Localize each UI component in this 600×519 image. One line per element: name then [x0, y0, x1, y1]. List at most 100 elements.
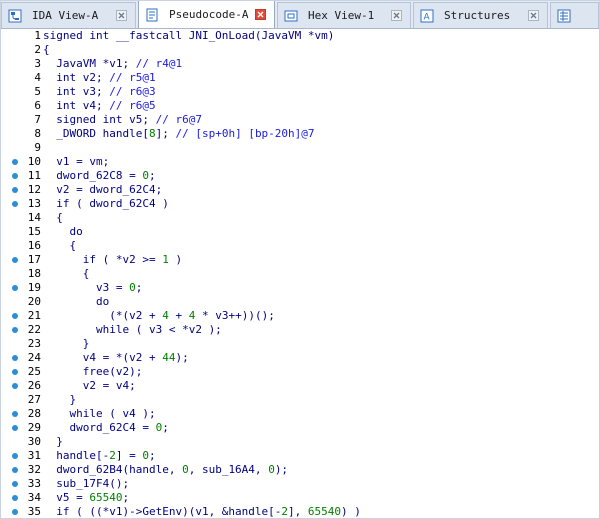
breakpoint-dot-icon[interactable]	[12, 159, 18, 165]
code-line[interactable]: 27 }	[1, 393, 599, 407]
line-number: 4	[34, 71, 41, 84]
tab-hex-view-1[interactable]: Hex View-1	[277, 2, 411, 28]
code-line[interactable]: 5 int v3; // r6@3	[1, 85, 599, 99]
code-line[interactable]: 15 do	[1, 225, 599, 239]
breakpoint-dot-icon[interactable]	[12, 257, 18, 263]
close-icon[interactable]	[116, 10, 127, 21]
pseudocode-view[interactable]: 1 signed int __fastcall JNI_OnLoad(JavaVM…	[1, 29, 599, 518]
code-line[interactable]: 3 JavaVM *v1; // r4@1	[1, 57, 599, 71]
code-text: {	[43, 267, 90, 280]
code-line[interactable]: 29 dword_62C4 = 0;	[1, 421, 599, 435]
code-line[interactable]: 20 do	[1, 295, 599, 309]
breakpoint-dot-icon[interactable]	[12, 481, 18, 487]
code-text: dword_62C8 = 0;	[43, 169, 156, 182]
code-line[interactable]: 1 signed int __fastcall JNI_OnLoad(JavaVM…	[1, 29, 599, 43]
code-line[interactable]: 24 v4 = *(v2 + 44);	[1, 351, 599, 365]
tab-label: IDA View-A	[32, 9, 99, 22]
code-text: signed int v5; // r6@7	[43, 113, 202, 126]
breakpoint-dot-icon[interactable]	[12, 187, 18, 193]
structures-icon: A	[420, 9, 434, 23]
line-number: 28	[27, 407, 41, 420]
code-line[interactable]: 6 int v4; // r6@5	[1, 99, 599, 113]
breakpoint-dot-icon[interactable]	[12, 173, 18, 179]
code-text: JavaVM *v1; // r4@1	[43, 57, 183, 70]
code-line[interactable]: 18 {	[1, 267, 599, 281]
line-number: 33	[27, 477, 41, 490]
breakpoint-dot-icon[interactable]	[12, 453, 18, 459]
code-line[interactable]: 14 {	[1, 211, 599, 225]
tab-structures[interactable]: A Structures	[413, 2, 548, 28]
code-line[interactable]: 26 v2 = v4;	[1, 379, 599, 393]
code-text: }	[43, 393, 77, 406]
code-line[interactable]: 19 v3 = 0;	[1, 281, 599, 295]
line-number: 35	[27, 505, 41, 518]
svg-text:A: A	[424, 12, 431, 22]
close-icon[interactable]	[528, 10, 539, 21]
close-icon[interactable]	[391, 10, 402, 21]
tab-ida-view-a[interactable]: IDA View-A	[1, 2, 136, 28]
code-line[interactable]: 35 if ( ((*v1)->GetEnv)(v1, &handle[-2],…	[1, 505, 599, 518]
code-line[interactable]: 13 if ( dword_62C4 )	[1, 197, 599, 211]
breakpoint-dot-icon[interactable]	[12, 467, 18, 473]
tab-enums[interactable]	[550, 2, 599, 28]
breakpoint-dot-icon[interactable]	[12, 509, 18, 515]
line-number: 8	[34, 127, 41, 140]
breakpoint-dot-icon[interactable]	[12, 411, 18, 417]
ida-view-icon	[8, 9, 22, 23]
code-text: dword_62C4 = 0;	[43, 421, 169, 434]
line-number: 32	[27, 463, 41, 476]
code-lines: 1 signed int __fastcall JNI_OnLoad(JavaVM…	[1, 29, 599, 518]
breakpoint-dot-icon[interactable]	[12, 495, 18, 501]
hex-view-icon	[284, 9, 298, 23]
breakpoint-dot-icon[interactable]	[12, 285, 18, 291]
code-line[interactable]: 23 }	[1, 337, 599, 351]
line-number: 24	[27, 351, 41, 364]
code-text: v4 = *(v2 + 44);	[43, 351, 189, 364]
breakpoint-dot-icon[interactable]	[12, 327, 18, 333]
code-line[interactable]: 12 v2 = dword_62C4;	[1, 183, 599, 197]
breakpoint-dot-icon[interactable]	[12, 313, 18, 319]
code-line[interactable]: 32 dword_62B4(handle, 0, sub_16A4, 0);	[1, 463, 599, 477]
line-number: 29	[27, 421, 41, 434]
code-line[interactable]: 17 if ( *v2 >= 1 )	[1, 253, 599, 267]
code-text: int v2; // r5@1	[43, 71, 156, 84]
close-icon[interactable]	[255, 9, 266, 20]
code-line[interactable]: 4 int v2; // r5@1	[1, 71, 599, 85]
breakpoint-dot-icon[interactable]	[12, 383, 18, 389]
tab-pseudocode-a[interactable]: Pseudocode-A	[138, 1, 275, 28]
code-text: signed int __fastcall JNI_OnLoad(JavaVM …	[43, 29, 335, 42]
code-text: if ( dword_62C4 )	[43, 197, 169, 210]
code-line[interactable]: 8 _DWORD handle[8]; // [sp+0h] [bp-20h]@…	[1, 127, 599, 141]
code-line[interactable]: 34 v5 = 65540;	[1, 491, 599, 505]
code-text: dword_62B4(handle, 0, sub_16A4, 0);	[43, 463, 289, 476]
breakpoint-dot-icon[interactable]	[12, 355, 18, 361]
code-line[interactable]: 21 (*(v2 + 4 + 4 * v3++))();	[1, 309, 599, 323]
line-number: 34	[27, 491, 41, 504]
line-number: 3	[34, 57, 41, 70]
code-text: do	[43, 295, 110, 308]
code-line[interactable]: 7 signed int v5; // r6@7	[1, 113, 599, 127]
code-line[interactable]: 10 v1 = vm;	[1, 155, 599, 169]
code-line[interactable]: 2{	[1, 43, 599, 57]
line-number: 16	[27, 239, 41, 252]
code-line[interactable]: 31 handle[-2] = 0;	[1, 449, 599, 463]
code-line[interactable]: 22 while ( v3 < *v2 );	[1, 323, 599, 337]
line-number: 12	[27, 183, 41, 196]
code-line[interactable]: 30 }	[1, 435, 599, 449]
pseudocode-icon	[145, 8, 159, 22]
line-number: 19	[27, 281, 41, 294]
code-line[interactable]: 25 free(v2);	[1, 365, 599, 379]
breakpoint-dot-icon[interactable]	[12, 425, 18, 431]
breakpoint-dot-icon[interactable]	[12, 201, 18, 207]
line-number: 31	[27, 449, 41, 462]
code-line[interactable]: 16 {	[1, 239, 599, 253]
code-text: free(v2);	[43, 365, 143, 378]
code-line[interactable]: 11 dword_62C8 = 0;	[1, 169, 599, 183]
line-number: 6	[34, 99, 41, 112]
code-line[interactable]: 33 sub_17F4();	[1, 477, 599, 491]
code-line[interactable]: 9	[1, 141, 599, 155]
breakpoint-dot-icon[interactable]	[12, 369, 18, 375]
tab-label: Hex View-1	[308, 9, 375, 22]
code-line[interactable]: 28 while ( v4 );	[1, 407, 599, 421]
code-text: (*(v2 + 4 + 4 * v3++))();	[43, 309, 275, 322]
